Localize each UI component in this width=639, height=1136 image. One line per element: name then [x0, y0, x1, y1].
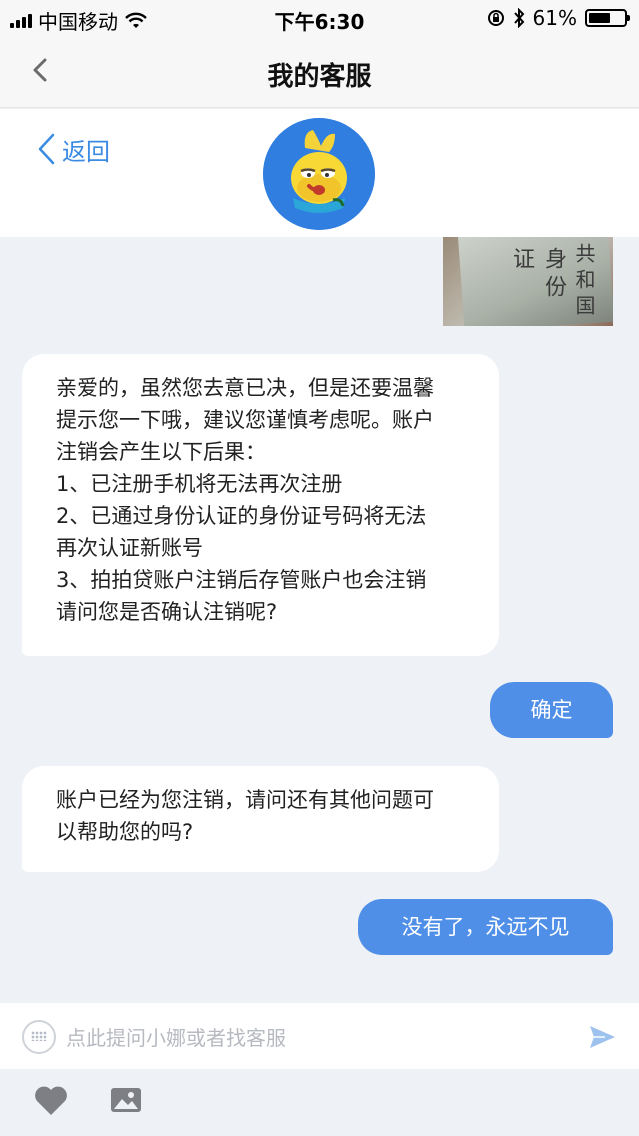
message-line: 注销会产生以下后果：: [56, 440, 266, 464]
battery-percent: 61%: [532, 6, 577, 30]
message-line: 以帮助您的吗?: [56, 820, 194, 844]
battery-level: [589, 13, 610, 23]
message-line: 账户已经为您注销，请问还有其他问题可: [56, 788, 434, 812]
user-message: 没有了，永远不见: [358, 899, 613, 955]
orientation-lock-icon: [487, 10, 504, 26]
message-line: 提示您一下哦，建议您谨慎考虑呢。账户: [56, 408, 434, 432]
input-bar: 点此提问小娜或者找客服: [0, 1003, 639, 1069]
chat-area[interactable]: 共和国 身份证 亲爱的，虽然您去意已决，但是还要温馨 提示您一下哦，建议您谨慎考…: [0, 237, 639, 1003]
page-title: 我的客服: [267, 62, 372, 92]
id-card-line: 身份证: [509, 247, 566, 303]
message-line: 请问您是否确认注销呢?: [56, 600, 278, 624]
message-input[interactable]: 点此提问小娜或者找客服: [66, 1022, 286, 1051]
chevron-left-icon: [38, 133, 55, 165]
message-line: 2、已通过身份认证的身份证号码将无法: [56, 504, 427, 528]
back-link[interactable]: 返回: [36, 131, 110, 167]
message-line: 再次认证新账号: [56, 536, 203, 560]
heart-icon[interactable]: [33, 1083, 69, 1117]
back-link-label: 返回: [62, 137, 110, 166]
bluetooth-icon: [513, 8, 524, 28]
agent-avatar: [263, 118, 375, 230]
message-line: 亲爱的，虽然您去意已决，但是还要温馨: [56, 376, 434, 400]
status-bar: 中国移动 下午6:30 61%: [0, 0, 639, 34]
keyboard-icon[interactable]: [22, 1020, 56, 1054]
agent-message: 账户已经为您注销，请问还有其他问题可 以帮助您的吗?: [22, 766, 499, 872]
nav-bar: 我的客服: [0, 34, 639, 108]
battery-icon: [585, 9, 630, 27]
user-message: 确定: [490, 682, 613, 738]
id-card-photo[interactable]: 共和国 身份证: [443, 237, 613, 326]
mascot-icon: [263, 118, 375, 230]
bottom-toolbar: [0, 1069, 639, 1136]
status-right: 61%: [487, 6, 630, 30]
message-line: 3、拍拍贷账户注销后存管账户也会注销: [56, 568, 427, 592]
message-line: 1、已注册手机将无法再次注册: [56, 472, 343, 496]
send-icon[interactable]: [587, 1022, 617, 1052]
id-card-text: 共和国: [570, 243, 599, 321]
agent-message: 亲爱的，虽然您去意已决，但是还要温馨 提示您一下哦，建议您谨慎考虑呢。账户 注销…: [22, 354, 499, 656]
id-card-text-2: 身份证: [505, 247, 569, 326]
id-card-line: 共和国: [572, 243, 596, 321]
chat-header: 返回: [0, 109, 639, 237]
image-icon[interactable]: [109, 1085, 143, 1115]
